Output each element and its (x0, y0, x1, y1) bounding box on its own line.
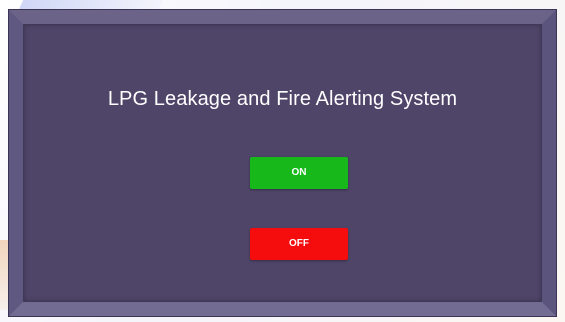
on-button[interactable]: ON (250, 157, 348, 189)
control-panel-frame: LPG Leakage and Fire Alerting System ON … (9, 10, 556, 316)
off-button[interactable]: OFF (250, 228, 348, 260)
control-panel: LPG Leakage and Fire Alerting System ON … (23, 24, 542, 302)
page-title: LPG Leakage and Fire Alerting System (107, 88, 458, 110)
